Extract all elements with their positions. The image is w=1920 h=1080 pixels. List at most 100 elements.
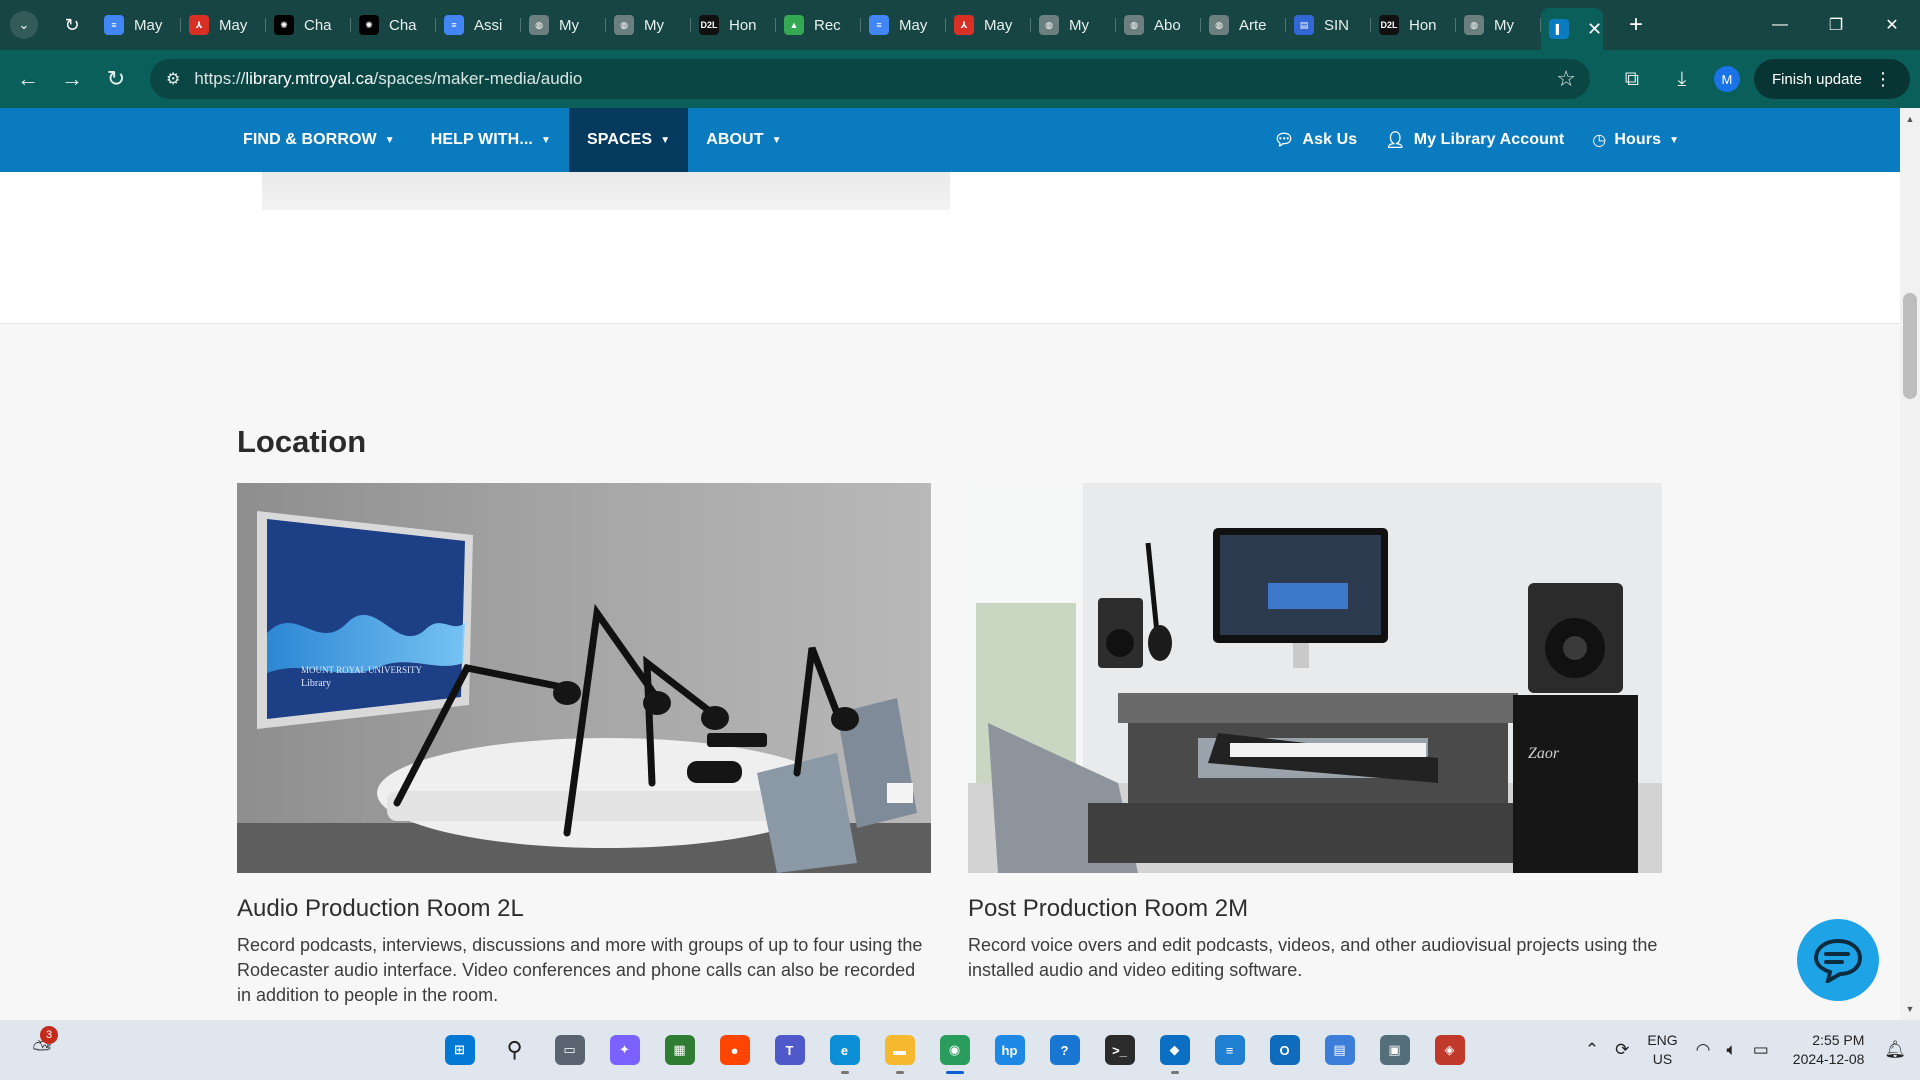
sync-icon[interactable]: ⟳ <box>1615 1040 1629 1060</box>
browser-tab[interactable]: ◍ Abo <box>1116 7 1201 43</box>
tab-title: Assi <box>474 16 503 34</box>
globe-icon: ◍ <box>614 15 634 35</box>
remote-desktop-icon: ▣ <box>1379 1035 1410 1065</box>
browser-tab[interactable]: ≡ May <box>861 7 946 43</box>
taskbar-app[interactable]: e <box>817 1028 872 1074</box>
taskbar-app[interactable]: ✦ <box>597 1028 652 1072</box>
nav-hours[interactable]: ◷ Hours ▼ <box>1578 108 1693 172</box>
taskbar-app[interactable]: ▭ <box>542 1028 597 1072</box>
taskbar-app[interactable]: ⊞ <box>432 1028 487 1072</box>
browser-tab[interactable]: ✺ Cha <box>266 7 351 43</box>
taskbar-app[interactable]: >_ <box>1092 1028 1147 1072</box>
volume-icon[interactable]: 🔈︎ <box>1727 1040 1737 1060</box>
taskbar-app[interactable]: ⚲ <box>487 1028 542 1072</box>
tab-title: May <box>219 16 248 34</box>
nav-about[interactable]: ABOUT ▼ <box>688 108 799 172</box>
scroll-down-icon[interactable]: ▼ <box>1900 1000 1920 1018</box>
nav-help-with[interactable]: HELP WITH... ▼ <box>413 108 569 172</box>
taskbar-app[interactable]: ≡ <box>1202 1028 1257 1072</box>
reddit-icon: ● <box>719 1035 750 1065</box>
tab-title: SIN <box>1324 16 1350 34</box>
browser-tab[interactable]: ◍ My <box>606 7 691 43</box>
chat-widget-button[interactable] <box>1797 919 1879 1001</box>
taskbar-app[interactable]: ◈ <box>1422 1028 1477 1072</box>
taskbar-app[interactable]: ▦ <box>652 1028 707 1072</box>
browser-tab[interactable]: ⅄ May <box>946 7 1031 43</box>
notifications-bell-icon[interactable]: 🔔︎ <box>1884 1040 1906 1060</box>
browser-tab[interactable]: ◍ My <box>1456 7 1541 43</box>
extensions-icon[interactable]: ⧉ <box>1612 59 1652 99</box>
minimize-button[interactable]: — <box>1752 0 1808 50</box>
browser-tab[interactable]: ◍ Arte <box>1201 7 1286 43</box>
terminal-icon: >_ <box>1104 1035 1135 1065</box>
globe-icon: ◍ <box>1039 15 1059 35</box>
scroll-up-icon[interactable]: ▲ <box>1900 110 1920 128</box>
taskbar-app[interactable]: ▤ <box>1312 1028 1367 1072</box>
close-tab-icon[interactable]: ✕ <box>1587 19 1602 40</box>
chevron-up-icon[interactable]: ⌃ <box>1585 1040 1599 1060</box>
restore-button[interactable]: ❐ <box>1808 0 1864 50</box>
browser-tab[interactable]: ▲ Rec <box>776 7 861 43</box>
url-path: /spaces/maker-media/audio <box>373 69 583 88</box>
browser-tab[interactable]: ◍ My <box>521 7 606 43</box>
caret-down-icon: ▼ <box>540 134 551 146</box>
more-menu-icon[interactable]: ⋮ <box>1874 69 1892 90</box>
audio-room-illustration: MOUNT ROYAL UNIVERSITY Library <box>237 483 931 873</box>
nav-my-library-account[interactable]: 👤︎ My Library Account <box>1371 108 1578 172</box>
taskbar-app[interactable]: hp <box>982 1028 1037 1072</box>
taskbar-app[interactable]: T <box>762 1028 817 1072</box>
screen-icon: ▤ <box>1324 1035 1355 1065</box>
taskbar-app[interactable]: ▬ <box>872 1028 927 1074</box>
site-info-icon[interactable]: ⚙ <box>166 69 180 89</box>
browser-tab[interactable]: D2L Hon <box>691 7 776 43</box>
finish-update-label: Finish update <box>1771 70 1862 88</box>
url-host: library.mtroyal.ca <box>245 69 374 88</box>
browser-tab[interactable]: ◍ My <box>1031 7 1116 43</box>
taskbar-app[interactable]: ◉ <box>927 1028 982 1074</box>
clock[interactable]: 2:55 PM 2024-12-08 <box>1793 1031 1865 1069</box>
nav-spaces[interactable]: SPACES ▼ <box>568 108 689 172</box>
close-window-button[interactable]: ✕ <box>1864 0 1920 50</box>
wifi-icon[interactable]: ◠ <box>1696 1040 1711 1060</box>
taskbar-app[interactable]: ◆ <box>1147 1028 1202 1074</box>
page-scrollbar[interactable]: ▲ ▼ <box>1900 108 1920 1020</box>
nav-label: Ask Us <box>1302 131 1358 148</box>
battery-icon[interactable]: ▭ <box>1753 1040 1769 1060</box>
window-controls: — ❐ ✕ <box>1752 0 1920 50</box>
primary-nav: FIND & BORROW ▼ HELP WITH... ▼ SPACES ▼ ABO… <box>225 108 800 172</box>
url-bar[interactable]: ⚙ https://library.mtroyal.ca/spaces/make… <box>150 59 1590 99</box>
store-icon: ▦ <box>664 1035 695 1065</box>
browser-tab[interactable]: D2L Hon <box>1371 7 1456 43</box>
tab-title: Abo <box>1154 16 1181 34</box>
tab-active[interactable]: ▌ ✕ <box>1541 8 1603 50</box>
finish-update-button[interactable]: Finish update ⋮ <box>1753 59 1910 99</box>
tab-title: Arte <box>1239 16 1267 34</box>
taskbar-app[interactable]: ▣ <box>1367 1028 1422 1072</box>
nav-ask-us[interactable]: 💬︎ Ask Us <box>1260 108 1371 172</box>
taskbar-app[interactable]: ● <box>707 1028 762 1072</box>
caret-down-icon: ▼ <box>1669 134 1680 146</box>
nav-find-borrow[interactable]: FIND & BORROW ▼ <box>225 108 413 172</box>
room-title: Audio Production Room 2L <box>237 895 524 922</box>
browser-tab[interactable]: ≡ May <box>96 7 181 43</box>
tab-search-button[interactable]: ⌄ <box>10 11 38 39</box>
pdf-icon: ⅄ <box>954 15 974 35</box>
download-icon[interactable]: ⤓ <box>1662 59 1702 99</box>
browser-tab[interactable]: ✺ Cha <box>351 7 436 43</box>
scroll-thumb[interactable] <box>1903 293 1917 399</box>
input-language[interactable]: ENG US <box>1647 1031 1677 1069</box>
history-icon[interactable]: ↻ <box>58 11 86 39</box>
back-button[interactable]: ← <box>8 59 48 99</box>
taskbar-app[interactable]: O <box>1257 1028 1312 1072</box>
browser-tab[interactable]: ▤ SIN <box>1286 7 1371 43</box>
browser-tab[interactable]: ⅄ May <box>181 7 266 43</box>
browser-tab[interactable]: ≡ Assi <box>436 7 521 43</box>
taskbar-app[interactable]: ? <box>1037 1028 1092 1072</box>
pdf-icon: ⅄ <box>189 15 209 35</box>
forward-button[interactable]: → <box>52 59 92 99</box>
previous-section-image <box>262 172 950 210</box>
bookmark-star-icon[interactable]: ☆ <box>1556 66 1576 92</box>
reload-button[interactable]: ↻ <box>96 59 136 99</box>
new-tab-button[interactable]: + <box>1629 11 1643 39</box>
profile-avatar[interactable]: M <box>1713 66 1740 92</box>
